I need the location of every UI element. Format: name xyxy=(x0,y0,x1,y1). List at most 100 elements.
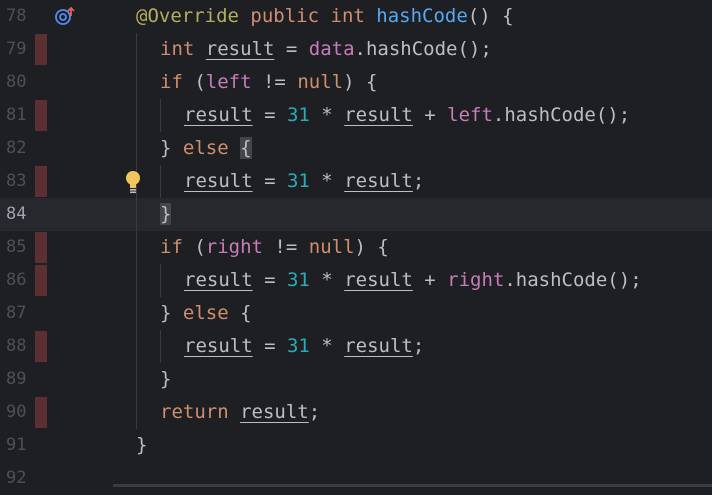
code-text[interactable]: result = 31 * result + left.hashCode(); xyxy=(184,99,630,132)
line-number[interactable]: 91 xyxy=(6,429,46,462)
code-text[interactable]: result = 31 * result; xyxy=(184,330,424,363)
code-token: null xyxy=(297,71,344,93)
vcs-change-marker[interactable] xyxy=(35,331,47,362)
vcs-change-marker[interactable] xyxy=(35,166,47,197)
indent-guide xyxy=(136,396,137,429)
code-lines[interactable]: 78 @Override public int hashCode() {79 int… xyxy=(0,0,712,495)
code-line[interactable]: 89} xyxy=(0,363,712,396)
line-number[interactable]: 92 xyxy=(6,462,46,495)
matched-brace: { xyxy=(240,137,252,159)
code-text[interactable]: return result; xyxy=(160,396,320,429)
indent-guide xyxy=(160,330,161,363)
code-token: = xyxy=(274,38,309,60)
code-token: @Override xyxy=(136,5,239,27)
vcs-change-marker[interactable] xyxy=(35,232,47,263)
code-line[interactable]: 85 if (right != null) { xyxy=(0,231,712,264)
code-line[interactable]: 87 } else { xyxy=(0,297,712,330)
code-token: result xyxy=(344,335,413,357)
code-token: } xyxy=(160,137,183,159)
code-token: * xyxy=(309,104,345,126)
code-line[interactable]: 79 int result = data.hashCode(); xyxy=(0,33,712,66)
code-token: result xyxy=(184,269,253,291)
code-token: ; xyxy=(412,170,425,192)
override-method-icon[interactable] xyxy=(54,6,76,26)
code-token: * xyxy=(309,170,345,192)
code-token: right xyxy=(447,269,505,291)
line-number[interactable]: 89 xyxy=(6,363,46,396)
code-text[interactable]: } xyxy=(160,363,171,396)
code-token: left xyxy=(447,104,493,126)
code-token: else xyxy=(182,137,229,159)
indent-guide xyxy=(136,330,137,363)
code-line[interactable]: 88 result = 31 * result; xyxy=(0,330,712,363)
vcs-change-marker[interactable] xyxy=(35,265,47,296)
code-token: null xyxy=(308,236,355,258)
indent-guide xyxy=(136,297,137,330)
code-text[interactable]: } xyxy=(160,198,172,231)
line-number[interactable]: 82 xyxy=(6,132,46,165)
code-token: + xyxy=(412,104,448,126)
line-number[interactable]: 80 xyxy=(6,66,46,99)
code-line[interactable]: 86 result = 31 * result + right.hashCode(… xyxy=(0,264,712,297)
indent-guide xyxy=(136,231,137,264)
code-text[interactable]: @Override public int hashCode() { xyxy=(136,0,514,33)
code-token: { xyxy=(228,302,252,324)
code-token: != xyxy=(251,71,298,93)
code-line[interactable]: 91} xyxy=(0,429,712,462)
code-token: hashCode xyxy=(376,5,468,27)
code-token: ; xyxy=(412,335,425,357)
indent-guide xyxy=(136,132,137,165)
code-token: result xyxy=(184,170,253,192)
code-text[interactable]: result = 31 * result + right.hashCode(); xyxy=(184,264,642,297)
code-token: = xyxy=(252,269,287,291)
line-number[interactable]: 87 xyxy=(6,297,46,330)
lightbulb-icon[interactable] xyxy=(124,169,142,195)
code-token: } xyxy=(136,434,148,456)
code-text[interactable]: int result = data.hashCode(); xyxy=(160,33,492,66)
code-token: public xyxy=(250,5,320,27)
code-token: result xyxy=(240,401,309,423)
code-token: result xyxy=(344,269,413,291)
line-number[interactable]: 78 xyxy=(6,0,46,33)
vcs-change-marker[interactable] xyxy=(35,34,47,65)
code-token: if xyxy=(160,236,183,258)
code-token: } xyxy=(160,368,172,390)
code-token: data xyxy=(308,38,355,60)
indent-guide xyxy=(160,264,161,297)
indent-guide xyxy=(136,99,137,132)
code-line[interactable]: 84} xyxy=(0,198,712,231)
code-token: int xyxy=(330,5,365,27)
code-line[interactable]: 81 result = 31 * result + left.hashCode()… xyxy=(0,99,712,132)
code-token: != xyxy=(262,236,309,258)
code-token: right xyxy=(205,236,263,258)
code-text[interactable]: } xyxy=(136,429,147,462)
code-token: result xyxy=(184,104,253,126)
code-line[interactable]: 78 @Override public int hashCode() { xyxy=(0,0,712,33)
code-token: ) { xyxy=(354,236,389,258)
code-token: 31 xyxy=(286,335,310,357)
code-token: () { xyxy=(467,5,514,27)
code-token: .hashCode(); xyxy=(354,38,492,60)
code-text[interactable]: result = 31 * result; xyxy=(184,165,424,198)
code-line[interactable]: 80 if (left != null) { xyxy=(0,66,712,99)
code-token: ) { xyxy=(343,71,378,93)
code-text[interactable]: if (right != null) { xyxy=(160,231,389,264)
vcs-change-marker[interactable] xyxy=(35,100,47,131)
code-text[interactable]: } else { xyxy=(160,297,252,330)
code-editor[interactable]: 78 @Override public int hashCode() {79 int… xyxy=(0,0,712,488)
code-line[interactable]: 82} else { xyxy=(0,132,712,165)
code-text[interactable]: } else { xyxy=(160,132,252,165)
code-token: = xyxy=(252,104,287,126)
indent-guide xyxy=(136,66,137,99)
code-token: 31 xyxy=(286,269,310,291)
code-token: result xyxy=(205,38,275,60)
code-line[interactable]: 92 xyxy=(0,462,712,495)
code-text[interactable]: if (left != null) { xyxy=(160,66,377,99)
vcs-change-marker[interactable] xyxy=(35,397,47,428)
code-line[interactable]: 90 return result; xyxy=(0,396,712,429)
code-line[interactable]: 83 result = 31 * result; xyxy=(0,165,712,198)
line-number[interactable]: 84 xyxy=(6,198,46,231)
